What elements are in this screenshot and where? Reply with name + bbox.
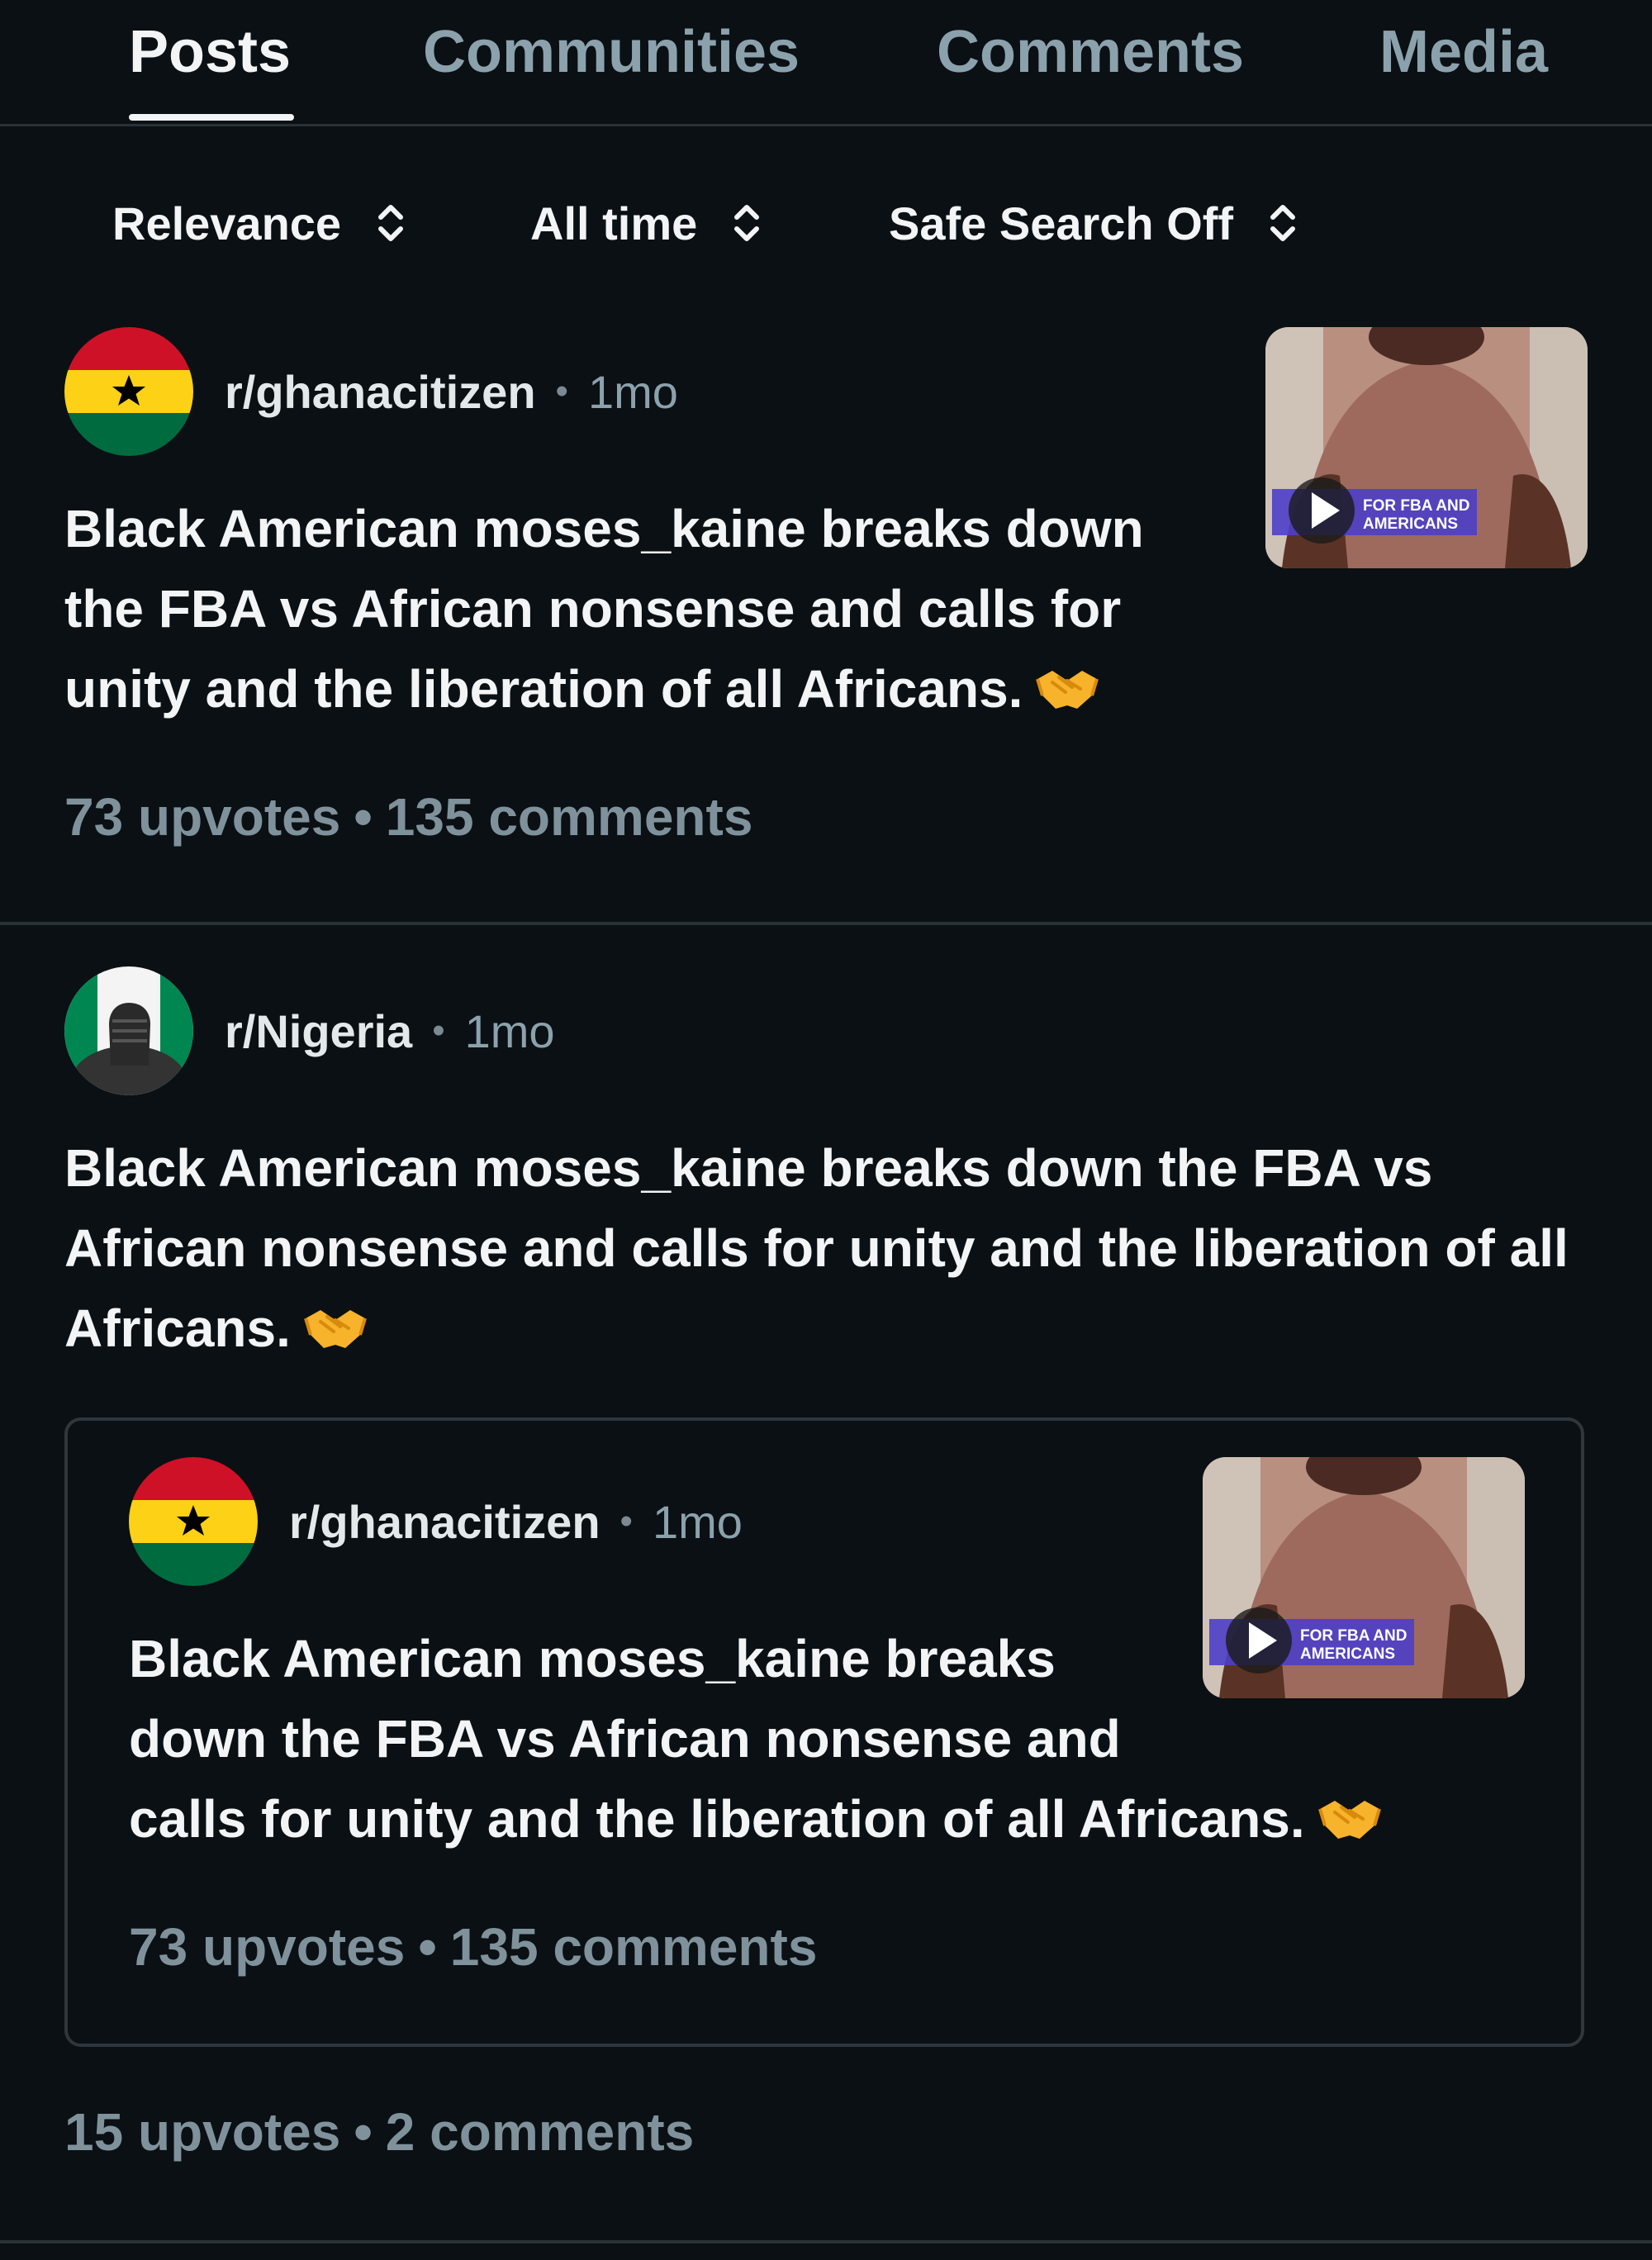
post-title-line: unity and the liberation of all Africans…	[64, 659, 1023, 719]
post-title[interactable]: Black American moses_kaine breaks down t…	[64, 1128, 1601, 1369]
chevron-up-down-icon	[1270, 205, 1296, 241]
thumbnail-caption: FOR FBA AND	[1363, 497, 1469, 515]
thumbnail-caption: AMERICANS	[1363, 515, 1458, 533]
post-age: 1mo	[652, 1495, 743, 1548]
separator-dot: •	[620, 1501, 633, 1541]
post-title[interactable]: Black American moses_kaine breaks down t…	[64, 489, 1237, 729]
handshake-emoji	[303, 1310, 367, 1348]
tab-bar: Posts Communities Comments Media	[0, 0, 1652, 126]
separator-dot: •	[354, 2102, 373, 2162]
post-divider	[0, 2240, 1652, 2243]
post-header: r/ghanacitizen • 1mo	[225, 362, 678, 421]
ghana-flag-icon[interactable]	[129, 1457, 258, 1586]
upvote-count: 73 upvotes	[64, 787, 341, 847]
post-stats: 73 upvotes • 135 comments	[64, 786, 752, 848]
time-filter-label: All time	[530, 197, 698, 249]
post-title-line: calls for unity and the liberation of al…	[129, 1789, 1305, 1849]
crosspost-stats: 73 upvotes • 135 comments	[129, 1916, 817, 1978]
crosspost-header: r/ghanacitizen • 1mo	[289, 1492, 743, 1551]
separator-dot: •	[555, 371, 568, 411]
tab-posts[interactable]: Posts	[129, 18, 291, 86]
play-icon	[1289, 477, 1355, 544]
post-title-line: Black American moses_kaine breaks down	[64, 499, 1144, 558]
post-header: r/Nigeria • 1mo	[225, 1001, 555, 1061]
ghana-flag-icon[interactable]	[64, 327, 193, 456]
upvote-count: 73 upvotes	[129, 1917, 406, 1977]
separator-dot: •	[354, 787, 373, 847]
separator-dot: •	[432, 1010, 445, 1051]
sort-filter[interactable]: Relevance	[112, 192, 407, 254]
comment-count[interactable]: 2 comments	[386, 2102, 694, 2162]
subreddit-link[interactable]: r/Nigeria	[225, 1004, 412, 1058]
video-thumbnail[interactable]: FOR FBA AND AMERICANS	[1265, 327, 1588, 568]
subreddit-link[interactable]: r/ghanacitizen	[225, 365, 536, 419]
comment-count[interactable]: 135 comments	[386, 787, 753, 847]
tab-comments[interactable]: Comments	[937, 18, 1244, 86]
upvote-count: 15 upvotes	[64, 2102, 341, 2162]
sort-filter-label: Relevance	[112, 197, 342, 249]
post-title-line: the FBA vs African nonsense and calls fo…	[64, 579, 1122, 639]
post-title-line: Black American moses_kaine breaks down t…	[64, 1138, 1433, 1198]
post-title-line: down the FBA vs African nonsense and	[129, 1709, 1121, 1769]
post-divider	[0, 922, 1652, 925]
crosspost-title[interactable]: Black American moses_kaine breaks down t…	[129, 1619, 1566, 1859]
post-title-line: Africans.	[64, 1299, 291, 1358]
tab-communities[interactable]: Communities	[423, 18, 800, 86]
nigeria-fist-icon[interactable]	[64, 966, 193, 1095]
subreddit-link[interactable]: r/ghanacitizen	[289, 1495, 601, 1549]
separator-dot: •	[418, 1917, 437, 1977]
time-filter[interactable]: All time	[530, 192, 763, 254]
post-age: 1mo	[587, 365, 678, 418]
active-tab-indicator	[129, 114, 294, 121]
comment-count[interactable]: 135 comments	[450, 1917, 818, 1977]
handshake-emoji	[1036, 671, 1099, 709]
safe-search-filter[interactable]: Safe Search Off	[889, 192, 1299, 254]
post-title-line: Black American moses_kaine breaks	[129, 1629, 1056, 1688]
chevron-up-down-icon	[734, 205, 760, 241]
post-title-line: African nonsense and calls for unity and…	[64, 1218, 1569, 1278]
tab-media[interactable]: Media	[1379, 18, 1548, 86]
safe-search-filter-label: Safe Search Off	[889, 197, 1234, 249]
crosspost-card[interactable]: r/ghanacitizen • 1mo FOR FBA AND AMERICA…	[64, 1417, 1584, 2047]
handshake-emoji	[1317, 1801, 1381, 1839]
chevron-up-down-icon	[378, 205, 404, 241]
post-stats: 15 upvotes • 2 comments	[64, 2101, 694, 2163]
post-age: 1mo	[464, 1004, 555, 1057]
